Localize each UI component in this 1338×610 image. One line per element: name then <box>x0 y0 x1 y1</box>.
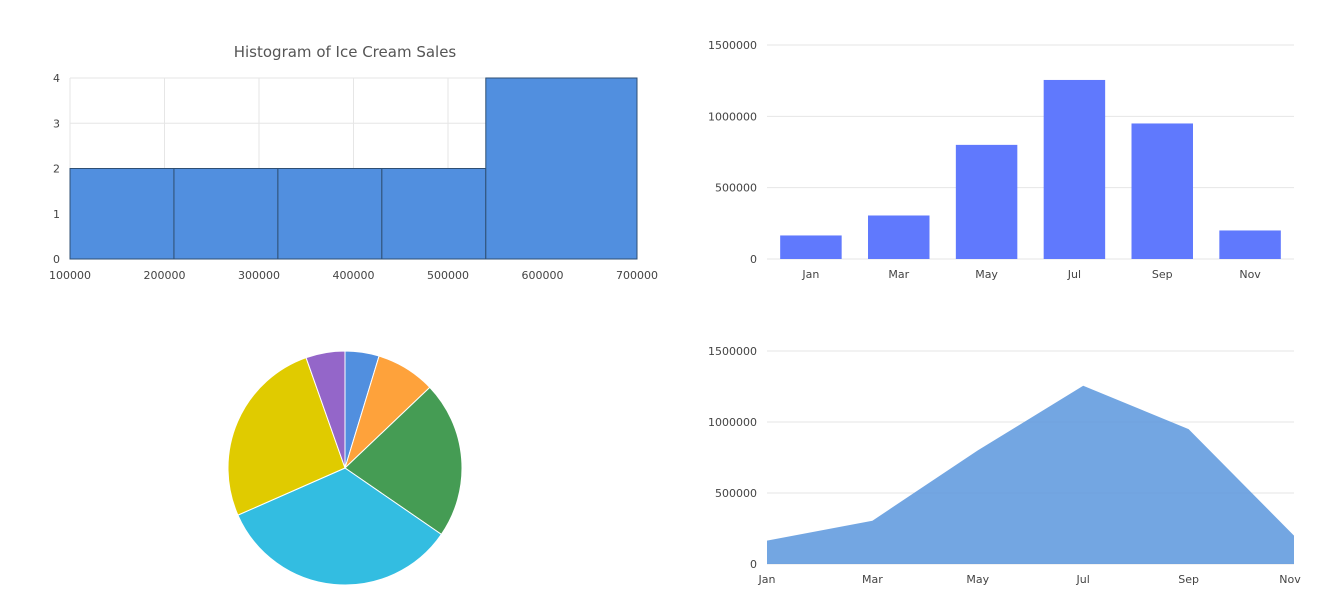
bar-chart-x-ticks: Jan Mar May Jul Sep Nov <box>801 268 1261 281</box>
histogram-bar <box>277 168 383 260</box>
histogram-y-ticks: 0 1 2 3 4 <box>53 72 60 266</box>
monthly-area-chart: 0 500000 1000000 1500000 Jan Mar May Jul Sep Nov <box>708 345 1301 586</box>
bar-chart-bar <box>868 215 930 259</box>
bar-chart-y-tick-label: 1500000 <box>708 39 757 52</box>
bar-chart-y-ticks: 0 500000 1000000 1500000 <box>708 39 757 266</box>
area-chart-x-tick-label: May <box>966 573 989 586</box>
histogram-y-tick-label: 4 <box>53 72 60 85</box>
bar-chart-x-tick-label: Nov <box>1239 268 1261 281</box>
area-chart-x-tick-label: Sep <box>1178 573 1199 586</box>
area-chart-area <box>766 385 1295 564</box>
area-chart-x-ticks: Jan Mar May Jul Sep Nov <box>758 573 1302 586</box>
bar-chart-bar <box>955 144 1018 259</box>
area-chart-y-tick-label: 1500000 <box>708 345 757 358</box>
area-chart-y-ticks: 0 500000 1000000 1500000 <box>708 345 757 571</box>
histogram-x-tick-label: 100000 <box>49 269 91 282</box>
bar-chart-y-tick-label: 500000 <box>715 182 757 195</box>
bar-chart-x-tick-label: Jan <box>801 268 819 281</box>
bar-chart-bars <box>780 79 1281 259</box>
area-chart-x-tick-label: Nov <box>1279 573 1301 586</box>
pie-chart <box>227 350 463 586</box>
bar-chart-bar <box>1219 230 1281 259</box>
area-chart-y-tick-label: 500000 <box>715 487 757 500</box>
histogram-bar <box>485 77 638 260</box>
bar-chart-x-tick-label: Sep <box>1152 268 1173 281</box>
bar-chart-y-tick-label: 0 <box>750 253 757 266</box>
histogram-x-tick-label: 700000 <box>616 269 658 282</box>
bar-chart-y-tick-label: 1000000 <box>708 110 757 123</box>
histogram-bar <box>173 168 279 260</box>
area-chart-x-tick-label: Mar <box>862 573 883 586</box>
histogram-y-tick-label: 3 <box>53 117 60 130</box>
histogram-bar <box>69 168 175 260</box>
area-chart-y-tick-label: 1000000 <box>708 416 757 429</box>
bar-chart-bar <box>1043 79 1106 259</box>
histogram-x-tick-label: 400000 <box>333 269 375 282</box>
bar-chart-x-tick-label: May <box>975 268 998 281</box>
histogram-x-tick-label: 300000 <box>238 269 280 282</box>
histogram-x-tick-label: 600000 <box>522 269 564 282</box>
monthly-bar-chart: 0 500000 1000000 1500000 Jan Mar May Jul Sep Nov <box>708 39 1294 281</box>
area-chart-y-tick-label: 0 <box>750 558 757 571</box>
charts-canvas: Histogram of Ice Cream Sales 0 1 2 3 4 10000… <box>49 39 1301 586</box>
histogram-title: Histogram of Ice Cream Sales <box>234 43 457 61</box>
histogram-chart: Histogram of Ice Cream Sales 0 1 2 3 4 10000… <box>49 43 658 282</box>
bar-chart-bar <box>1131 123 1193 259</box>
histogram-x-tick-label: 200000 <box>144 269 186 282</box>
bar-chart-gridlines <box>767 44 1294 260</box>
bar-chart-x-tick-label: Mar <box>888 268 909 281</box>
histogram-y-tick-label: 0 <box>53 253 60 266</box>
histogram-y-tick-label: 2 <box>53 163 60 176</box>
bar-chart-bar <box>780 235 842 259</box>
area-chart-fill <box>767 385 1294 564</box>
histogram-bar <box>381 168 487 260</box>
area-chart-x-tick-label: Jul <box>1076 573 1090 586</box>
histogram-y-tick-label: 1 <box>53 208 60 221</box>
bar-chart-x-tick-label: Jul <box>1067 268 1081 281</box>
area-chart-x-tick-label: Jan <box>758 573 776 586</box>
histogram-x-tick-label: 500000 <box>427 269 469 282</box>
histogram-x-ticks: 100000 200000 300000 400000 500000 600000 7000… <box>49 269 658 282</box>
